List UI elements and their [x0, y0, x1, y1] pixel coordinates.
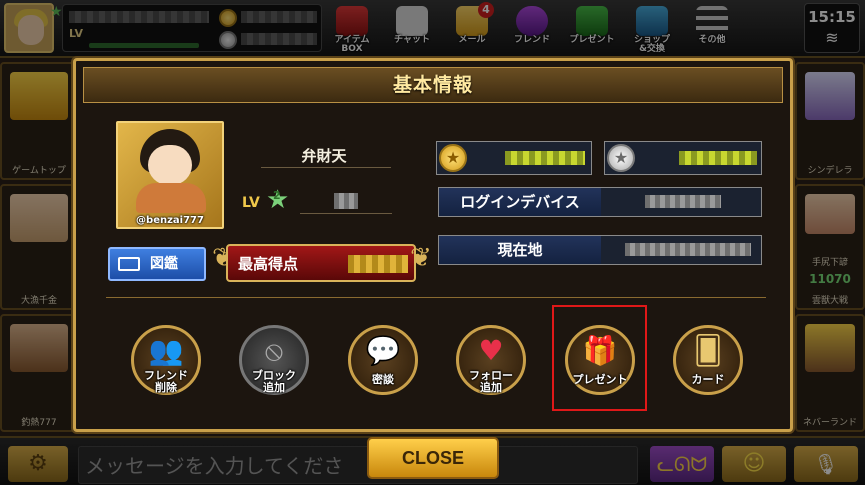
card-label: カード [691, 373, 725, 386]
login-device-redacted [645, 195, 721, 208]
name-underline [261, 167, 391, 168]
player-name: 弁財天 [301, 147, 347, 165]
friend-remove-icon: 👥 [148, 334, 184, 367]
level-underline [300, 213, 392, 214]
present-highlight [552, 305, 647, 411]
divider [106, 297, 766, 298]
level-value: 2 [273, 189, 281, 202]
silver-amount-redacted [679, 151, 757, 165]
dialog-header: 基本情報 [83, 67, 783, 103]
card-icon: 🂠 [693, 334, 723, 367]
profile-handle: @benzai777 [136, 215, 204, 226]
profile-body [136, 183, 206, 213]
dialog-title: 基本情報 [392, 74, 473, 96]
profile-face [148, 145, 192, 185]
remove-friend-button[interactable]: 👥 フレンド 削除 [131, 325, 201, 395]
whisper-label: 密談 [372, 373, 394, 386]
basic-info-dialog: 基本情報 @benzai777 弁財天 LV ★ 2 図鑑 ❦ 最高得点 ❦ ★ [73, 58, 793, 432]
silver-balance: ★ [604, 141, 762, 175]
gold-coin-icon: ★ [439, 144, 467, 172]
follow-button[interactable]: ♥ フォロー 追加 [456, 325, 526, 395]
block-button[interactable]: ⦸ ブロック 追加 [239, 325, 309, 395]
block-icon: ⦸ [264, 334, 284, 367]
id-card-icon [118, 257, 140, 271]
location-redacted [625, 243, 751, 256]
follow-icon: ♥ [478, 334, 504, 367]
level-label: LV [242, 195, 260, 211]
level-extra-redacted [334, 193, 358, 209]
encyclopedia-label: 図鑑 [150, 256, 178, 272]
best-score-redacted [348, 255, 408, 273]
remove-friend-label: フレンド 削除 [144, 369, 188, 394]
app-screen: ★ LV アイテム BOX チャット 4 メール フレンド プレゼント ショップ… [0, 0, 865, 485]
gold-amount-redacted [505, 151, 585, 165]
whisper-icon: 💬 [365, 334, 401, 367]
block-label: ブロック 追加 [252, 369, 296, 394]
silver-coin-icon: ★ [607, 144, 635, 172]
close-button[interactable]: CLOSE [367, 437, 499, 479]
whisper-button[interactable]: 💬 密談 [348, 325, 418, 395]
location-label: 現在地 [439, 236, 601, 264]
login-device-value [601, 188, 761, 216]
login-device-label: ログインデバイス [439, 188, 601, 216]
location-value [601, 236, 761, 264]
follow-label: フォロー 追加 [469, 369, 513, 394]
encyclopedia-button[interactable]: 図鑑 [108, 247, 206, 281]
gold-balance: ★ [436, 141, 592, 175]
card-button[interactable]: 🂠 カード [673, 325, 743, 395]
best-score-panel: 最高得点 [226, 244, 416, 282]
best-score-label: 最高得点 [238, 255, 299, 273]
login-device-row: ログインデバイス [438, 187, 762, 217]
location-row: 現在地 [438, 235, 762, 265]
profile-picture: @benzai777 [116, 121, 224, 229]
laurel-right-icon: ❦ [410, 243, 432, 273]
